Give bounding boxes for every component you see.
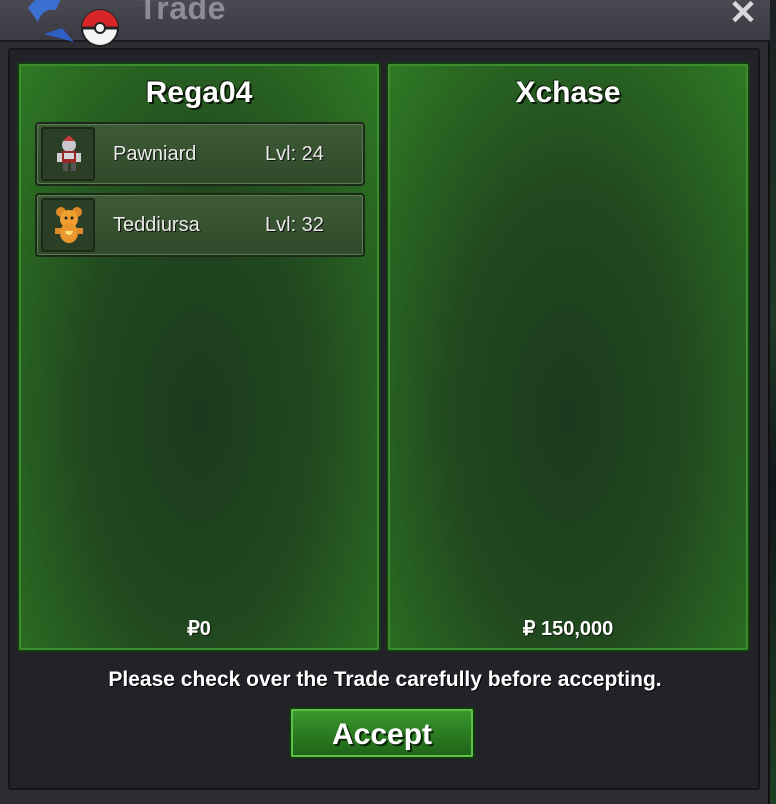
title-bar[interactable]: Trade ✕ <box>0 0 770 47</box>
pokemon-level: Lvl: 32 <box>265 214 324 236</box>
teddiursa-sprite-art <box>55 207 83 243</box>
close-icon[interactable]: ✕ <box>726 0 760 32</box>
player-panel-left: Rega04 Pawniard Lvl: 24 Teddiursa Lvl: 3… <box>17 62 381 652</box>
pokemon-slot-teddiursa[interactable]: Teddiursa Lvl: 32 <box>35 193 365 257</box>
money-offer: ₽0 <box>187 618 211 640</box>
teddiursa-sprite-icon <box>41 198 95 252</box>
trade-icon <box>28 0 119 47</box>
pokemon-slot-pawniard[interactable]: Pawniard Lvl: 24 <box>35 122 365 186</box>
pokemon-name: Teddiursa <box>113 214 200 236</box>
player-name: Rega04 <box>145 76 253 109</box>
trade-notice: Please check over the Trade carefully be… <box>108 668 662 691</box>
player-name: Xchase <box>515 76 621 109</box>
trade-window: Trade ✕ Rega04 Pawniard Lvl: 24 Teddiurs… <box>0 0 770 804</box>
window-title: Trade <box>138 0 226 26</box>
pokemon-name: Pawniard <box>113 143 197 165</box>
player-panel-right: Xchase ₽ 150,000 <box>386 62 750 652</box>
accept-button[interactable]: Accept <box>289 707 475 759</box>
pawniard-sprite-art <box>57 135 81 171</box>
background-game-strip <box>770 0 776 804</box>
pawniard-sprite-icon <box>41 127 95 181</box>
pokemon-level: Lvl: 24 <box>265 143 324 165</box>
money-offer: ₽ 150,000 <box>522 618 614 640</box>
